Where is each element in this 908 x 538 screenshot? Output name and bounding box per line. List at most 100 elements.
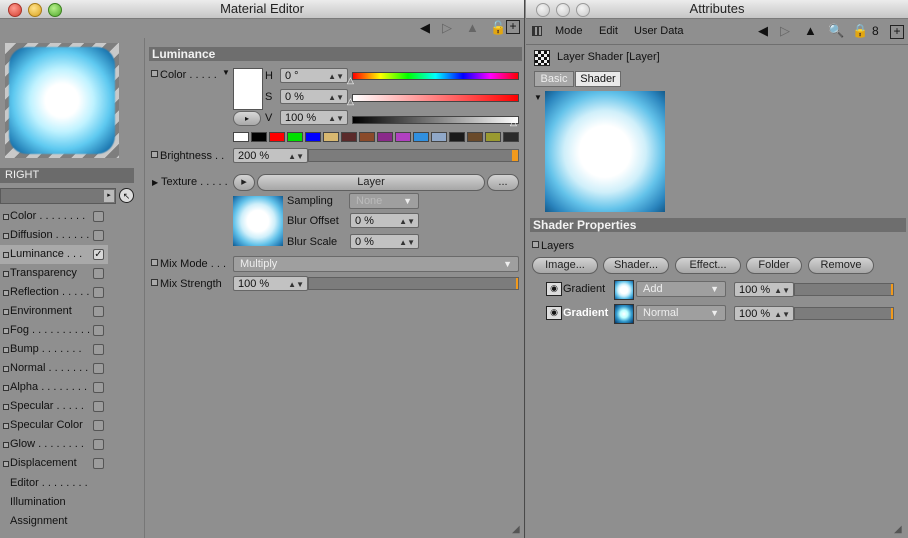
color-preset-swatch[interactable] [467,132,483,142]
keyframe-dot-icon[interactable] [3,214,9,220]
color-preset-swatch[interactable] [449,132,465,142]
color-preset-swatch[interactable] [485,132,501,142]
layer-opacity-input[interactable]: 100 % ▲▼ [734,282,794,297]
texture-layer-button[interactable]: Layer [257,174,485,191]
layer-blend-mode-dropdown[interactable]: Add ▼ [636,281,726,297]
color-preset-swatch[interactable] [305,132,321,142]
unlock-icon[interactable]: 🔓 [490,20,506,36]
channel-enable-checkbox[interactable] [93,287,104,298]
texture-menu-button[interactable]: ▸ [233,174,255,191]
eye-icon[interactable]: ◉ [546,306,562,320]
eye-icon[interactable]: ◉ [546,282,562,296]
texture-preview[interactable] [233,196,283,246]
channel-item-specular-color[interactable]: Specular Color [0,416,112,435]
channel-item-transparency[interactable]: Transparency [0,264,112,283]
grip-icon[interactable] [532,26,542,36]
resize-grip-icon[interactable]: ◢ [512,522,520,538]
lock-icon[interactable]: 🔒 [852,23,868,39]
hue-slider[interactable] [352,72,519,80]
sampling-dropdown[interactable]: None ▼ [349,193,419,209]
expand-triangle-icon[interactable]: ▶ [152,178,158,187]
value-input[interactable]: 100 % ▲▼ [280,110,348,125]
mix-mode-dropdown[interactable]: Multiply ▼ [233,256,519,272]
layer-blend-mode-dropdown[interactable]: Normal ▼ [636,305,726,321]
channel-enable-checkbox[interactable] [93,382,104,393]
channel-enable-checkbox[interactable] [93,211,104,222]
keyframe-dot-icon[interactable] [151,259,158,266]
brightness-slider[interactable] [308,149,519,162]
menu-mode[interactable]: Mode [555,20,583,42]
shader-button[interactable]: Shader... [603,257,669,274]
keyframe-dot-icon[interactable] [151,151,158,158]
saturation-slider[interactable] [352,94,519,102]
layer-opacity-input[interactable]: 100 % ▲▼ [734,306,794,321]
up-arrow-icon[interactable]: ▲ [804,23,817,39]
channel-item-reflection[interactable]: Reflection . . . . . [0,283,112,302]
nav-item-editor[interactable]: Editor . . . . . . . . [0,474,112,493]
minimize-window-button[interactable] [556,3,570,17]
zoom-window-button[interactable] [48,3,62,17]
slider-handle-icon[interactable]: △ [347,93,354,109]
collapse-triangle-icon[interactable]: ▼ [534,90,542,106]
blur-scale-input[interactable]: 0 % ▲▼ [350,234,419,249]
tab-basic[interactable]: Basic [534,71,574,87]
pick-material-icon[interactable]: ↖ [119,188,134,203]
channel-item-color[interactable]: Color . . . . . . . . [0,207,112,226]
color-preset-swatch[interactable] [251,132,267,142]
up-arrow-icon[interactable]: ▲ [466,20,479,36]
back-arrow-icon[interactable]: ◀ [420,20,430,36]
brightness-input[interactable]: 200 % ▲▼ [233,148,308,163]
menu-user-data[interactable]: User Data [634,20,684,42]
channel-enable-checkbox[interactable] [93,344,104,355]
resize-grip-icon[interactable]: ◢ [894,522,902,538]
layer-name[interactable]: Gradient [563,307,608,319]
slider-handle-icon[interactable]: △ [347,72,354,88]
minimize-window-button[interactable] [28,3,42,17]
image-button[interactable]: Image... [532,257,598,274]
keyframe-dot-icon[interactable] [3,423,9,429]
keyframe-dot-icon[interactable] [3,442,9,448]
link-icon[interactable]: 8 [872,23,879,39]
forward-arrow-icon[interactable]: ▷ [780,23,790,39]
color-preset-swatch[interactable] [233,132,249,142]
channel-item-normal[interactable]: Normal . . . . . . . [0,359,112,378]
layer-opacity-slider-handle[interactable] [891,308,893,319]
blur-offset-input[interactable]: 0 % ▲▼ [350,213,419,228]
channel-enable-checkbox[interactable] [93,458,104,469]
color-mode-dropdown-icon[interactable]: ▼ [222,65,230,81]
search-icon[interactable]: 🔍 [828,23,844,39]
forward-arrow-icon[interactable]: ▷ [442,20,452,36]
keyframe-dot-icon[interactable] [3,385,9,391]
layer-thumbnail[interactable] [614,304,634,324]
shader-preview[interactable] [545,91,665,212]
keyframe-dot-icon[interactable] [3,309,9,315]
nav-item-assignment[interactable]: Assignment [0,512,112,531]
channel-enable-checkbox[interactable]: ✓ [93,249,104,260]
material-preview-frame[interactable] [5,43,119,158]
layer-opacity-slider[interactable] [794,283,894,296]
slider-handle-icon[interactable]: △ [510,114,517,130]
color-preset-swatch[interactable] [395,132,411,142]
nav-item-illumination[interactable]: Illumination [0,493,112,512]
channel-item-glow[interactable]: Glow . . . . . . . . [0,435,112,454]
keyframe-dot-icon[interactable] [3,290,9,296]
keyframe-dot-icon[interactable] [3,461,9,467]
color-preset-swatch[interactable] [341,132,357,142]
menu-edit[interactable]: Edit [599,20,618,42]
channel-item-luminance[interactable]: Luminance . . . ✓ [0,245,108,264]
layer-opacity-slider-handle[interactable] [891,284,893,295]
brightness-slider-handle[interactable] [512,150,518,161]
close-window-button[interactable] [8,3,22,17]
channel-enable-checkbox[interactable] [93,439,104,450]
channel-enable-checkbox[interactable] [93,268,104,279]
effect-button[interactable]: Effect... [675,257,741,274]
keyframe-dot-icon[interactable] [3,328,9,334]
texture-more-button[interactable]: ... [487,174,519,191]
keyframe-dot-icon[interactable] [3,271,9,277]
channel-item-specular[interactable]: Specular . . . . . [0,397,112,416]
close-window-button[interactable] [536,3,550,17]
new-panel-icon[interactable]: + [890,25,904,39]
keyframe-dot-icon[interactable] [151,70,158,77]
channel-item-fog[interactable]: Fog . . . . . . . . . . [0,321,112,340]
channel-item-displacement[interactable]: Displacement [0,454,112,473]
